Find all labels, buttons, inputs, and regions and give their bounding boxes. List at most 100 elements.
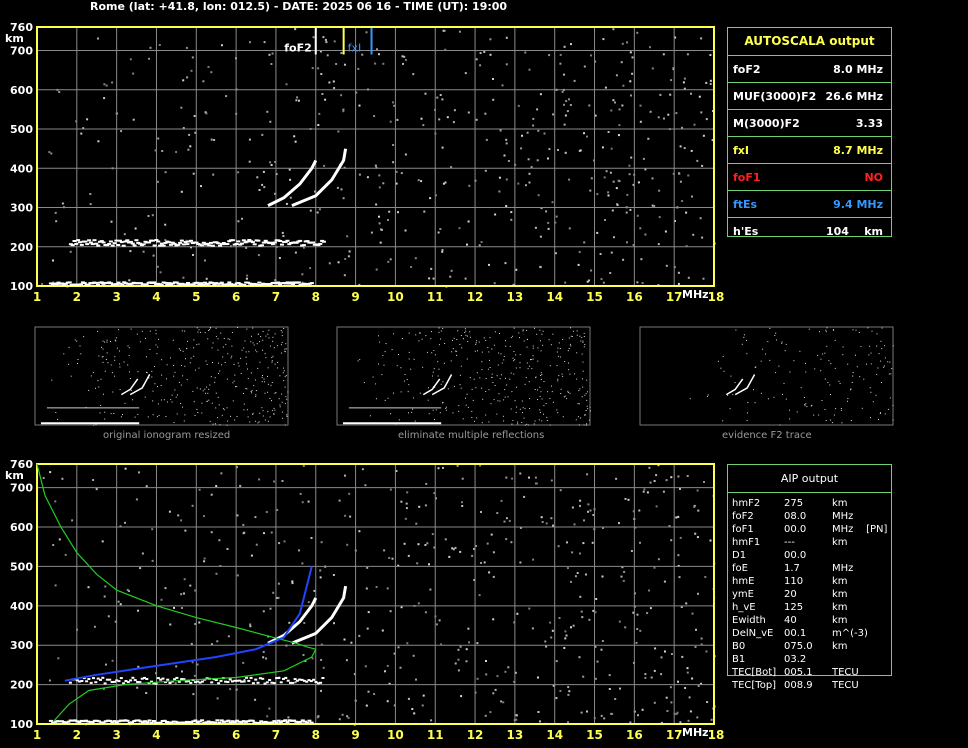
x-axis-label: MHz <box>682 726 709 739</box>
thumbnail-dot <box>881 327 883 329</box>
noise-dot <box>701 236 704 239</box>
aip-row-label: foF1 <box>732 524 754 535</box>
noise-dot <box>337 130 340 133</box>
noise-dot <box>316 716 319 719</box>
noise-dot <box>52 544 55 546</box>
thumbnail-dot <box>390 413 392 415</box>
noise-dot <box>343 638 346 641</box>
noise-dot <box>483 50 486 53</box>
noise-dot <box>568 227 571 230</box>
noise-dot <box>649 110 652 113</box>
ionogram-trace-point <box>130 242 135 245</box>
thumbnail-dot <box>783 382 785 384</box>
thumbnail-dot <box>274 363 276 365</box>
noise-dot <box>210 138 213 141</box>
noise-dot <box>453 109 456 112</box>
thumbnail-dot <box>149 348 151 350</box>
noise-dot <box>345 659 348 662</box>
thumbnail-dot <box>583 424 585 426</box>
thumbnail-dot <box>431 352 433 354</box>
noise-dot <box>400 500 403 503</box>
thumbnail-dot <box>474 350 476 352</box>
thumbnail-dot <box>273 347 275 349</box>
thumbnail-dot <box>729 408 731 410</box>
y-tick-label: 100 <box>10 718 33 731</box>
noise-dot <box>210 493 213 496</box>
noise-dot <box>381 629 384 632</box>
noise-dot <box>539 235 542 238</box>
thumbnail-dot <box>522 407 524 409</box>
noise-dot <box>544 640 547 643</box>
noise-dot <box>307 601 310 604</box>
noise-dot <box>608 688 611 690</box>
thumbnail-dot <box>274 409 276 411</box>
noise-dot <box>420 117 423 120</box>
thumbnail-dot <box>247 416 249 418</box>
noise-dot <box>461 501 463 504</box>
thumbnail-dot <box>548 339 550 341</box>
thumbnail-dot <box>129 378 131 379</box>
noise-dot <box>697 685 700 687</box>
thumbnail-dot <box>198 367 200 369</box>
thumbnail-dot <box>458 410 460 412</box>
x-tick-label: 13 <box>507 290 524 304</box>
noise-dot <box>683 147 686 150</box>
thumbnail-dot <box>247 378 249 380</box>
ionogram-trace-point <box>185 243 190 246</box>
thumbnail-dot <box>569 343 571 345</box>
autoscala-row-value: 3.33 <box>855 117 883 130</box>
thumbnail-dot <box>587 408 589 410</box>
thumbnail-dot <box>521 400 523 402</box>
noise-dot <box>237 171 240 174</box>
noise-dot <box>705 118 708 121</box>
ionogram-trace-point <box>241 239 246 242</box>
noise-dot <box>151 528 154 531</box>
thumbnail-dot <box>504 389 506 391</box>
noise-dot <box>425 482 428 485</box>
thumbnail-dot <box>114 375 116 377</box>
noise-dot <box>552 524 554 527</box>
noise-dot <box>156 265 159 268</box>
thumbnail-frame <box>34 326 289 426</box>
thumbnail-dot <box>246 409 248 411</box>
ionogram-trace-point <box>103 682 107 685</box>
noise-dot <box>653 701 656 704</box>
thumbnail-dot <box>221 364 223 366</box>
thumbnail-dot <box>852 329 854 331</box>
noise-dot <box>496 512 499 514</box>
noise-dot <box>258 478 261 481</box>
noise-dot <box>557 545 560 548</box>
thumbnail-dot <box>511 423 513 425</box>
thumbnail-dot <box>186 379 188 381</box>
autoscala-row-label: M(3000)F2 <box>733 117 800 130</box>
thumbnail-dot <box>582 386 584 388</box>
thumbnail-dot <box>184 414 186 416</box>
ionogram-trace-point <box>163 281 168 284</box>
noise-dot <box>189 584 192 587</box>
thumbnail-dot <box>442 402 443 404</box>
noise-dot <box>604 86 607 89</box>
thumbnail-dot <box>196 344 198 346</box>
thumbnail-dot <box>161 374 163 376</box>
thumbnail-dot <box>450 360 452 362</box>
x-tick-label: 15 <box>586 290 603 304</box>
noise-dot <box>682 81 685 84</box>
thumbnail-dot <box>283 328 285 329</box>
thumbnail-dot <box>529 408 531 409</box>
thumbnail-dot <box>178 348 180 350</box>
noise-dot <box>543 132 546 135</box>
autoscala-row: MUF(3000)F2 26.6 MHz <box>728 83 891 110</box>
autoscala-row: foF1 NO <box>728 164 891 191</box>
noise-dot <box>288 621 291 624</box>
noise-dot <box>703 481 705 483</box>
ionogram-trace-point <box>176 243 181 246</box>
thumbnail-dot <box>799 350 801 352</box>
ionogram-trace-point <box>298 239 303 242</box>
noise-dot <box>210 71 213 74</box>
noise-dot <box>458 30 461 33</box>
thumbnail-dot <box>114 359 116 361</box>
aip-row-value: 275 <box>784 498 804 509</box>
thumbnail-dot <box>496 375 498 377</box>
noise-dot <box>97 37 99 40</box>
noise-dot <box>709 539 712 542</box>
